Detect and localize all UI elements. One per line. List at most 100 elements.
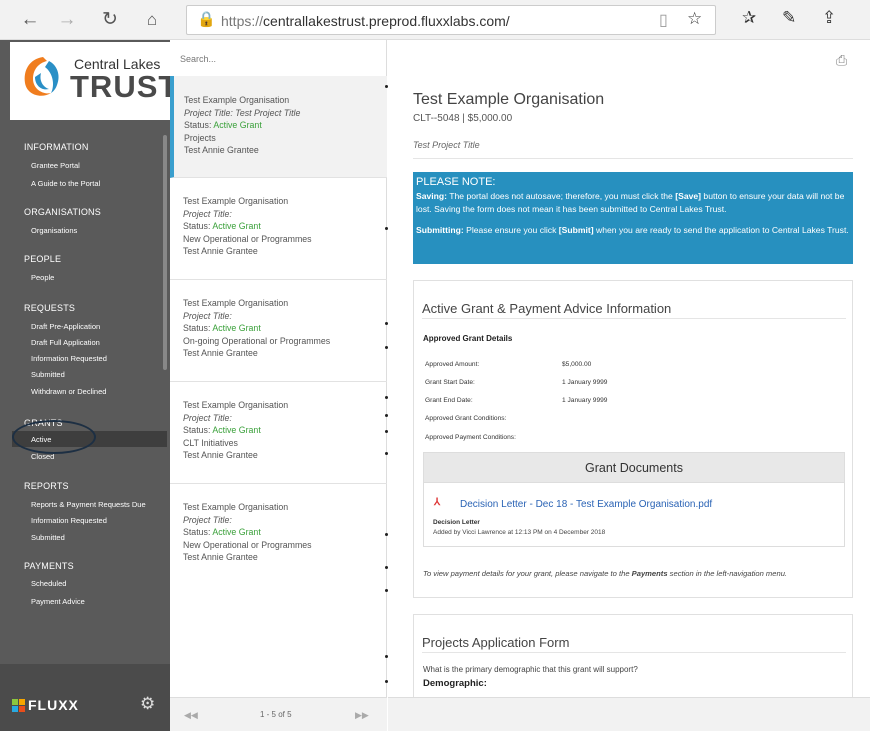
gear-icon[interactable]: ⚙	[140, 694, 155, 714]
list-item-project: Project Title:	[183, 310, 232, 321]
url-text[interactable]: https://centrallakestrust.preprod.fluxxl…	[221, 13, 510, 29]
list-item-org: Test Example Organisation	[183, 400, 289, 410]
nav-item-draft-pre-application[interactable]: Draft Pre-Application	[31, 322, 100, 331]
divider	[422, 652, 846, 653]
approved-amount-value: $5,000.00	[562, 361, 592, 368]
lock-icon: 🔒	[197, 11, 216, 28]
grant-advice-card: Active Grant & Payment Advice Informatio…	[413, 280, 853, 598]
list-pagination: ◀◀ 1 - 5 of 5 ▶▶	[170, 697, 387, 731]
list-item-org: Test Example Organisation	[183, 298, 289, 308]
nav-item-reports-submitted[interactable]: Submitted	[31, 533, 65, 542]
refresh-icon[interactable]: ↻	[98, 8, 122, 32]
advice-title: Active Grant & Payment Advice Informatio…	[422, 301, 672, 316]
list-item-status-label: Status:	[183, 425, 211, 435]
pagination-next-button[interactable]: ▶▶	[355, 710, 369, 721]
page-title: Test Example Organisation	[413, 91, 605, 108]
list-item-program: New Operational or Programmes	[183, 233, 312, 244]
detail-footer-bar	[388, 697, 870, 731]
nav-item-reports-due[interactable]: Reports & Payment Requests Due	[31, 500, 146, 509]
nav-item-scheduled[interactable]: Scheduled	[31, 579, 66, 588]
annotation-ellipse	[12, 420, 96, 454]
nav-heading-payments: PAYMENTS	[24, 561, 74, 571]
nav-heading-reports: REPORTS	[24, 481, 69, 491]
list-item-status-label: Status:	[183, 221, 211, 231]
list-item-project: Project Title:	[183, 412, 232, 423]
grant-documents-section: Grant Documents ⅄ Decision Letter - Dec …	[423, 452, 845, 547]
nav-item-guide[interactable]: A Guide to the Portal	[31, 179, 100, 188]
fluxx-brand: FLUXX	[28, 697, 79, 713]
list-item[interactable]: Test Example Organisation Project Title:…	[170, 178, 387, 280]
nav-item-submitted[interactable]: Submitted	[31, 370, 65, 379]
divider	[422, 318, 846, 319]
nav-item-payment-advice[interactable]: Payment Advice	[31, 597, 85, 606]
address-bar[interactable]: 🔒 https://centrallakestrust.preprod.flux…	[186, 5, 716, 35]
list-item-grantee: Test Annie Grantee	[183, 450, 258, 460]
logo-mark-icon	[24, 57, 59, 96]
project-title: Test Project Title	[413, 140, 480, 150]
favorite-star-icon[interactable]: ☆	[687, 9, 702, 29]
central-lakes-trust-logo[interactable]: Central Lakes TRUST	[10, 42, 177, 120]
approved-grant-heading: Approved Grant Details	[423, 334, 513, 343]
nav-item-draft-full-application[interactable]: Draft Full Application	[31, 338, 100, 347]
browser-window: ← → ↻ ⌂ 🔒 https://centrallakestrust.prep…	[0, 0, 870, 731]
forward-arrow-icon[interactable]: →	[55, 8, 79, 32]
list-item-program: Projects	[184, 132, 216, 143]
list-item-project: Project Title:	[183, 514, 232, 525]
pagination-label: 1 - 5 of 5	[260, 710, 292, 719]
notice-banner: PLEASE NOTE: Saving: The portal does not…	[413, 172, 853, 264]
list-item-project: Project Title:	[183, 208, 232, 219]
pen-icon[interactable]: ✎	[782, 8, 796, 28]
nav-item-withdrawn-declined[interactable]: Withdrawn or Declined	[31, 387, 106, 396]
notice-saving: Saving: The portal does not autosave; th…	[416, 191, 845, 214]
pdf-icon: ⅄	[434, 497, 441, 508]
nav-heading-requests: REQUESTS	[24, 303, 76, 313]
search-input[interactable]: Search...	[180, 54, 380, 64]
list-item-status-label: Status:	[184, 120, 212, 130]
list-item-program: New Operational or Programmes	[183, 539, 312, 550]
pagination-prev-button[interactable]: ◀◀	[184, 710, 198, 721]
grant-reference: CLT--5048 | $5,000.00	[413, 113, 513, 124]
list-item-grantee: Test Annie Grantee	[184, 145, 259, 155]
field-label: Approved Payment Conditions:	[425, 434, 516, 441]
nav-item-grantee-portal[interactable]: Grantee Portal	[31, 161, 80, 170]
share-icon[interactable]: ⇪	[822, 8, 836, 28]
grant-start-value: 1 January 9999	[562, 379, 608, 386]
field-label: Grant End Date:	[425, 397, 473, 404]
nav-item-people[interactable]: People	[31, 273, 54, 282]
document-link[interactable]: Decision Letter - Dec 18 - Test Example …	[460, 499, 712, 510]
home-icon[interactable]: ⌂	[140, 8, 164, 32]
nav-item-reports-info-requested[interactable]: Information Requested	[31, 516, 107, 525]
sidebar-footer: FLUXX ⚙	[0, 664, 170, 731]
field-label: Approved Grant Conditions:	[425, 415, 507, 422]
list-item[interactable]: Test Example Organisation Project Title:…	[170, 280, 387, 382]
list-item-grantee: Test Annie Grantee	[183, 246, 258, 256]
nav-heading-information: INFORMATION	[24, 142, 89, 152]
status-badge: Active Grant	[212, 221, 261, 231]
list-item-org: Test Example Organisation	[184, 95, 290, 105]
list-item-status-label: Status:	[183, 527, 211, 537]
fluxx-logo-icon	[12, 699, 25, 712]
demographic-label: Demographic:	[423, 678, 487, 689]
favorites-list-icon[interactable]: ✰	[742, 8, 756, 28]
list-item[interactable]: Test Example Organisation Project Title:…	[170, 76, 387, 178]
sidebar-scrollbar[interactable]	[163, 135, 167, 370]
grant-documents-heading: Grant Documents	[424, 453, 844, 483]
list-item[interactable]: Test Example Organisation Project Title:…	[170, 382, 387, 484]
nav-item-information-requested[interactable]: Information Requested	[31, 354, 107, 363]
list-item-grantee: Test Annie Grantee	[183, 552, 258, 562]
list-item-status-label: Status:	[183, 323, 211, 333]
list-item-program: On-going Operational or Programmes	[183, 335, 331, 346]
field-label: Grant Start Date:	[425, 379, 475, 386]
reading-view-icon[interactable]: ▯	[659, 10, 668, 30]
back-arrow-icon[interactable]: ←	[18, 8, 42, 32]
grant-detail-panel: ⎙ Test Example Organisation CLT--5048 | …	[388, 40, 870, 731]
notice-heading: PLEASE NOTE:	[416, 176, 496, 188]
divider	[413, 158, 853, 159]
list-item-grantee: Test Annie Grantee	[183, 348, 258, 358]
printer-icon[interactable]: ⎙	[836, 52, 847, 69]
list-item[interactable]: Test Example Organisation Project Title:…	[170, 484, 387, 586]
nav-item-organisations[interactable]: Organisations	[31, 226, 77, 235]
document-type: Decision Letter	[433, 519, 480, 526]
logo-text-line2: TRUST	[70, 69, 179, 104]
field-label: Approved Amount:	[425, 361, 480, 368]
